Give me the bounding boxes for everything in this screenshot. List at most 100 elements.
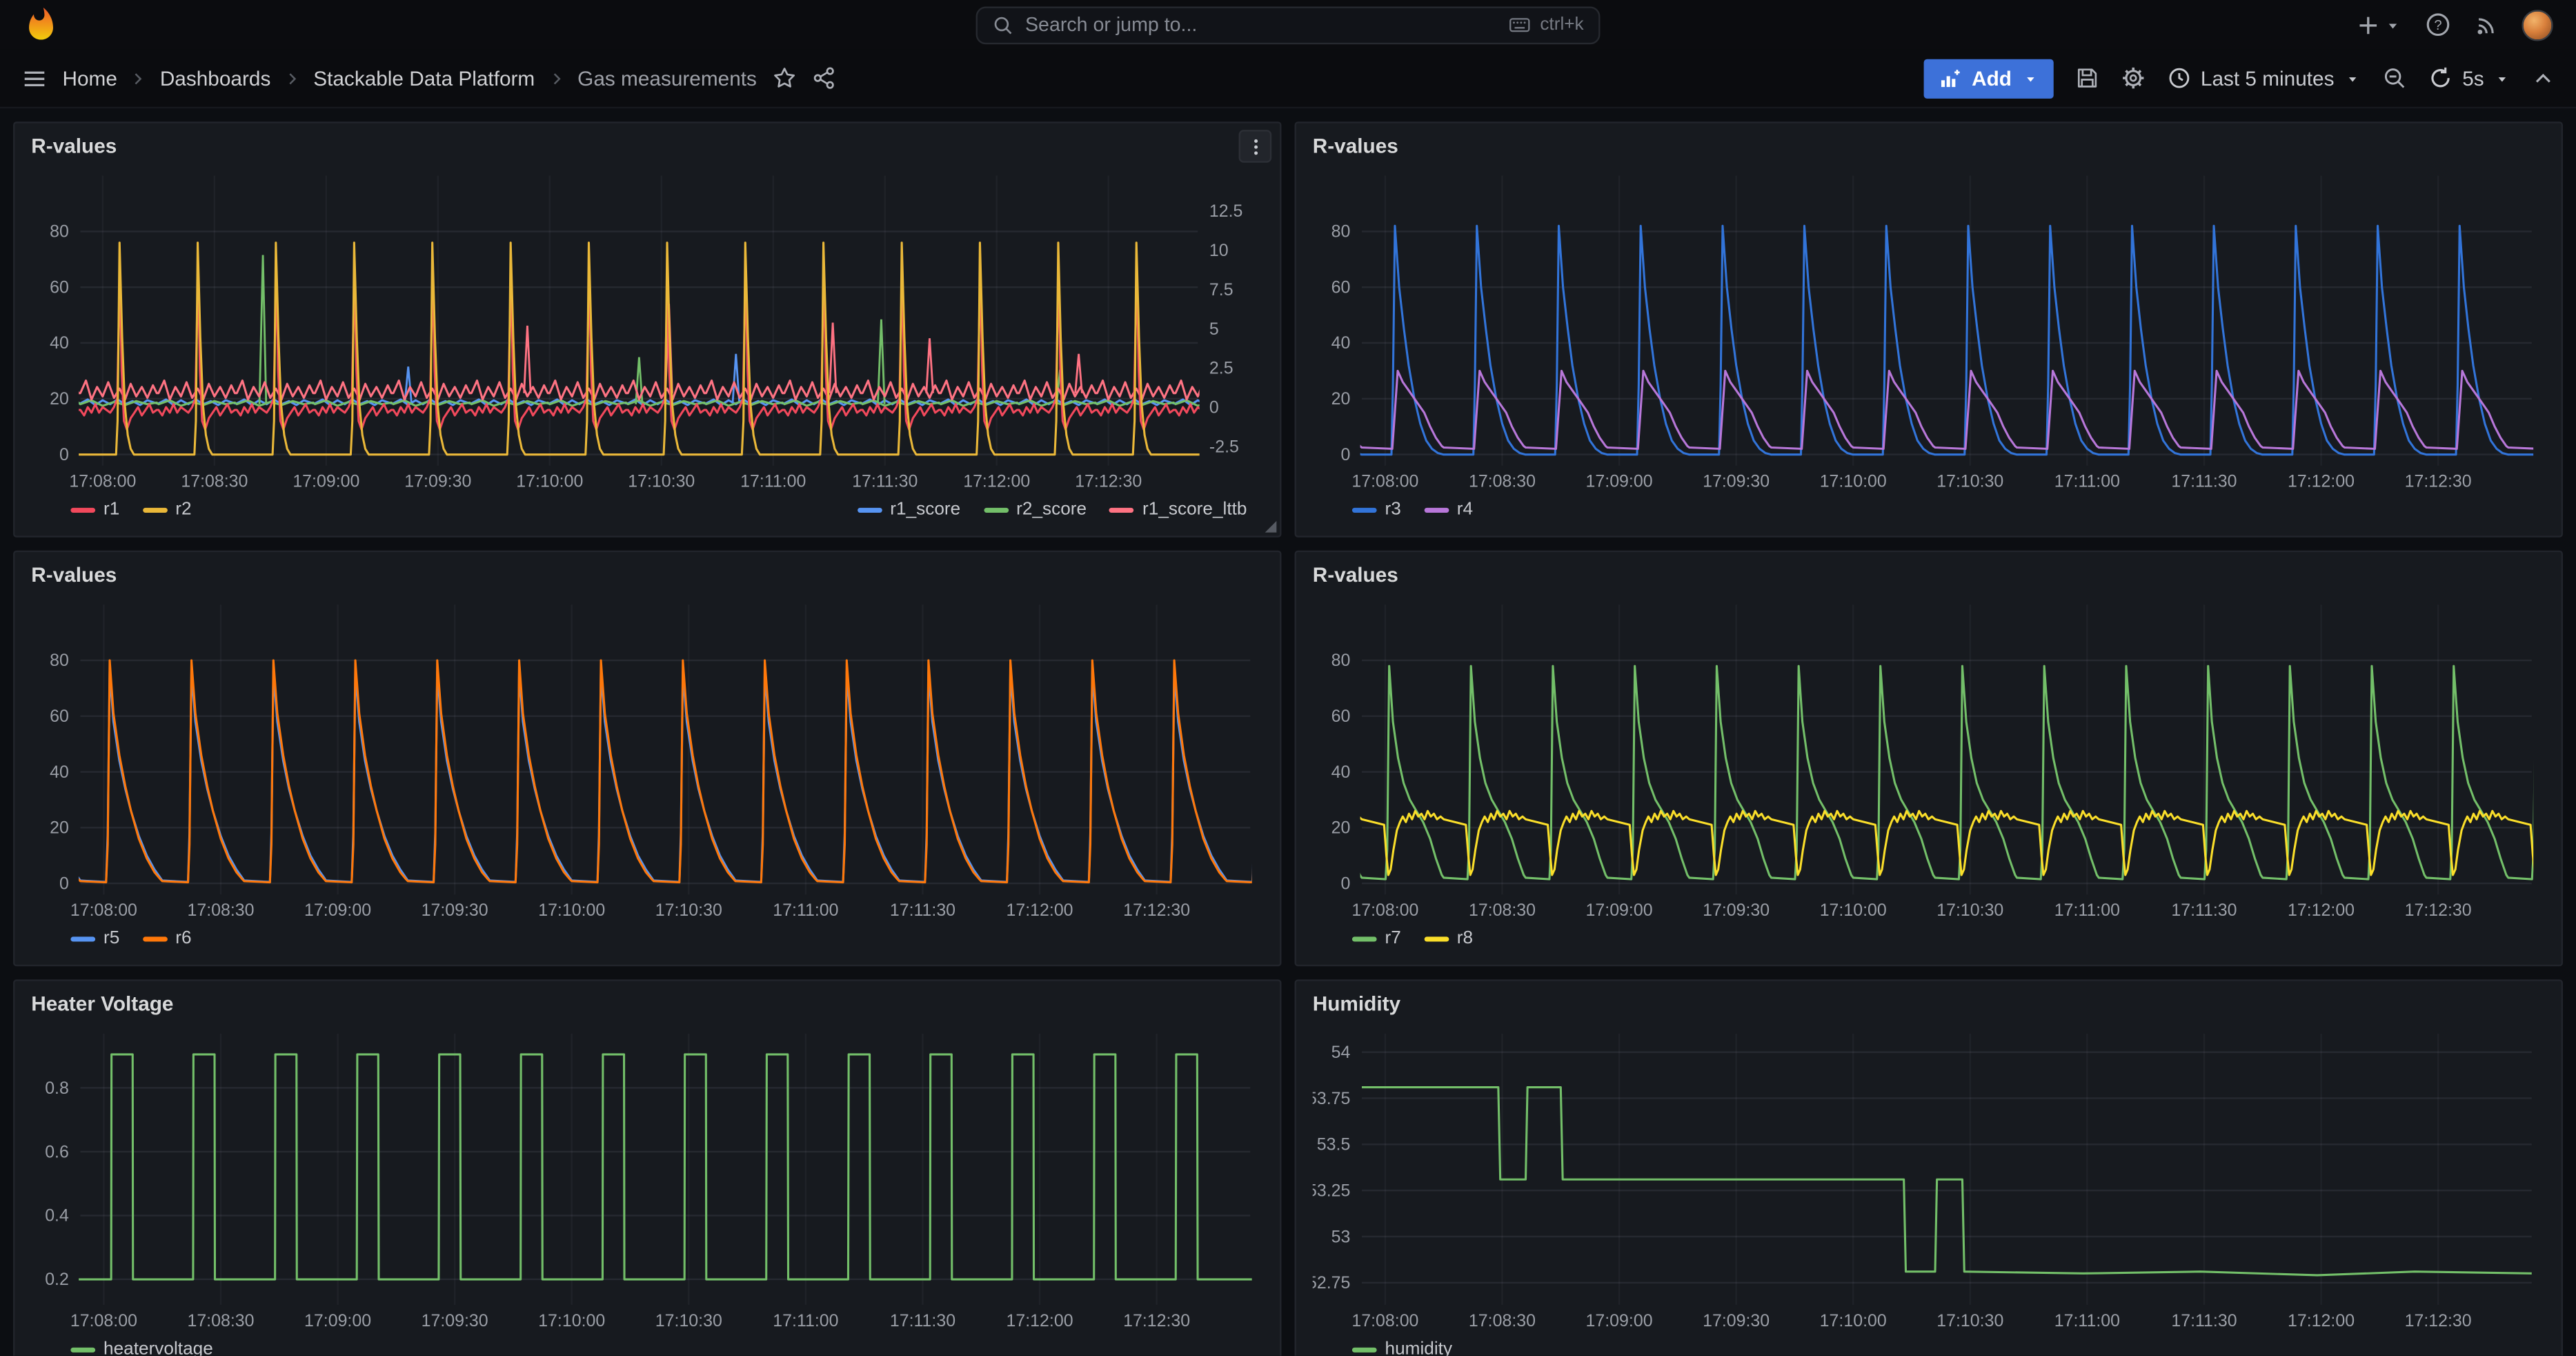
legend-item-heatervoltage[interactable]: heatervoltage <box>70 1339 212 1356</box>
svg-text:53: 53 <box>1331 1227 1351 1246</box>
share-dashboard-button[interactable] <box>811 66 836 90</box>
svg-text:17:12:30: 17:12:30 <box>1123 1311 1190 1330</box>
svg-text:17:12:30: 17:12:30 <box>2405 472 2472 491</box>
svg-text:17:11:30: 17:11:30 <box>890 901 955 920</box>
dashboard-toolbar: Home Dashboards Stackable Data Platform … <box>0 49 2576 108</box>
svg-text:17:09:30: 17:09:30 <box>1703 901 1770 920</box>
news-button[interactable] <box>2474 12 2499 37</box>
legend-item-humidity[interactable]: humidity <box>1352 1339 1452 1356</box>
legend-label: r6 <box>175 929 191 949</box>
panel-legend: heatervoltage <box>31 1333 1263 1355</box>
svg-text:17:10:30: 17:10:30 <box>1936 901 2003 920</box>
legend-item-r4[interactable]: r4 <box>1424 500 1473 520</box>
legend-item-r2[interactable]: r2 <box>143 500 192 520</box>
legend-group-left: r7 r8 <box>1352 929 1473 949</box>
svg-text:2.5: 2.5 <box>1209 360 1233 378</box>
time-series-chart[interactable]: 02040608017:08:0017:08:3017:09:0017:09:3… <box>1313 163 2545 493</box>
legend-item-r2_score[interactable]: r2_score <box>984 500 1087 520</box>
legend-item-r5[interactable]: r5 <box>70 929 119 949</box>
add-button[interactable]: Add <box>1924 59 2052 98</box>
dashboard-settings-button[interactable] <box>2120 66 2145 90</box>
legend-group-left: r3 r4 <box>1352 500 1473 520</box>
kebab-icon <box>1245 135 1266 157</box>
svg-text:17:11:30: 17:11:30 <box>2171 1311 2237 1330</box>
legend-item-r7[interactable]: r7 <box>1352 929 1401 949</box>
panel-title[interactable]: R-values <box>1313 560 2545 591</box>
svg-text:17:09:00: 17:09:00 <box>304 901 371 920</box>
svg-text:20: 20 <box>50 390 69 409</box>
caret-down-icon <box>2021 70 2038 86</box>
svg-text:17:12:00: 17:12:00 <box>1007 1311 1073 1330</box>
panel-legend: r5 r6 <box>31 922 1263 954</box>
svg-text:17:12:30: 17:12:30 <box>2405 901 2472 920</box>
svg-text:52.75: 52.75 <box>1313 1273 1351 1293</box>
panel-title[interactable]: Heater Voltage <box>31 990 1263 1021</box>
legend-item-r1[interactable]: r1 <box>70 500 119 520</box>
legend-label: r1_score_lttb <box>1142 500 1247 520</box>
svg-text:17:09:00: 17:09:00 <box>1586 1311 1653 1330</box>
panel-title[interactable]: Humidity <box>1313 990 2545 1021</box>
refresh-picker[interactable]: 5s <box>2428 66 2510 90</box>
save-dashboard-button[interactable] <box>2074 66 2099 90</box>
breadcrumb-separator-icon <box>282 68 302 88</box>
time-series-chart[interactable]: 0.20.40.60.817:08:0017:08:3017:09:0017:0… <box>31 1021 1263 1333</box>
legend-swatch <box>858 507 882 512</box>
plus-icon <box>2356 12 2381 37</box>
breadcrumb-dashboards[interactable]: Dashboards <box>160 66 271 89</box>
legend-item-r6[interactable]: r6 <box>143 929 192 949</box>
svg-text:17:11:00: 17:11:00 <box>773 901 838 920</box>
time-range-picker[interactable]: Last 5 minutes <box>2166 66 2361 90</box>
svg-text:17:10:00: 17:10:00 <box>538 1311 605 1330</box>
svg-text:60: 60 <box>50 279 69 297</box>
panel-resize-handle[interactable] <box>1265 521 1277 533</box>
search-input[interactable]: Search or jump to... ctrl+k <box>976 6 1601 43</box>
favorite-dashboard-button[interactable] <box>771 66 796 90</box>
legend-item-r3[interactable]: r3 <box>1352 500 1401 520</box>
search-placeholder: Search or jump to... <box>1025 13 1197 36</box>
svg-text:40: 40 <box>50 763 69 782</box>
panel-menu-button[interactable] <box>1239 130 1272 163</box>
help-button[interactable]: ? <box>2425 12 2451 38</box>
svg-text:17:12:00: 17:12:00 <box>1007 901 1073 920</box>
svg-text:17:09:00: 17:09:00 <box>304 1311 371 1330</box>
panel-heater-voltage: Heater Voltage 0.20.40.60.817:08:0017:08… <box>13 979 1281 1355</box>
panel-title[interactable]: R-values <box>31 132 1263 163</box>
panel-title[interactable]: R-values <box>1313 132 2545 163</box>
open-menu-button[interactable] <box>21 65 48 91</box>
legend-swatch <box>1109 507 1134 512</box>
legend-item-r1_score_lttb[interactable]: r1_score_lttb <box>1109 500 1247 520</box>
legend-item-r8[interactable]: r8 <box>1424 929 1473 949</box>
time-series-chart[interactable]: 52.755353.2553.553.755417:08:0017:08:301… <box>1313 1021 2545 1333</box>
collapse-toolbar-button[interactable] <box>2532 66 2555 89</box>
svg-text:17:10:30: 17:10:30 <box>655 1311 722 1330</box>
svg-text:17:08:00: 17:08:00 <box>70 901 137 920</box>
legend-item-r1_score[interactable]: r1_score <box>858 500 961 520</box>
user-avatar[interactable] <box>2521 9 2553 40</box>
breadcrumb-home[interactable]: Home <box>62 66 117 89</box>
svg-text:17:11:30: 17:11:30 <box>2171 472 2237 491</box>
navbar-actions: ? <box>2356 9 2553 40</box>
svg-text:0: 0 <box>1340 446 1350 464</box>
time-series-chart[interactable]: 02040608017:08:0017:08:3017:09:0017:09:3… <box>31 591 1263 922</box>
svg-text:17:08:30: 17:08:30 <box>1469 1311 1536 1330</box>
legend-label: r8 <box>1457 929 1473 949</box>
time-series-chart[interactable]: 02040608017:08:0017:08:3017:09:0017:09:3… <box>1313 591 2545 922</box>
svg-text:17:11:00: 17:11:00 <box>2054 901 2120 920</box>
svg-text:53.25: 53.25 <box>1313 1181 1351 1200</box>
legend-group-left: humidity <box>1352 1339 1452 1356</box>
legend-swatch <box>1352 936 1377 941</box>
top-navbar: Search or jump to... ctrl+k <box>0 0 2576 49</box>
svg-text:20: 20 <box>50 819 69 838</box>
breadcrumb-folder[interactable]: Stackable Data Platform <box>313 66 535 89</box>
svg-text:60: 60 <box>1331 707 1351 726</box>
svg-text:53.5: 53.5 <box>1317 1135 1351 1154</box>
add-panel-icon <box>1939 66 1961 89</box>
panel-title[interactable]: R-values <box>31 560 1263 591</box>
time-series-chart[interactable]: 02040608017:08:0017:08:3017:09:0017:09:3… <box>31 163 1263 493</box>
new-menu-button[interactable] <box>2356 12 2402 37</box>
zoom-out-time-button[interactable] <box>2382 66 2407 90</box>
grafana-flame-icon <box>23 7 59 43</box>
legend-label: r3 <box>1385 500 1401 520</box>
panel-legend: r7 r8 <box>1313 922 2545 954</box>
grafana-logo[interactable] <box>23 7 59 43</box>
